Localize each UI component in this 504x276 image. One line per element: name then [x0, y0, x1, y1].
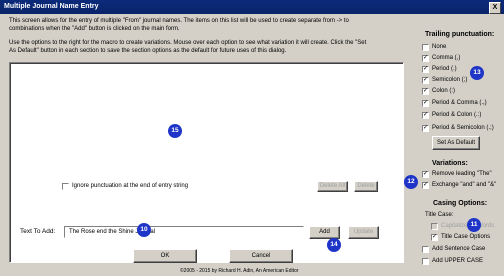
title-case-options-checkbox[interactable]: ✓ [431, 234, 438, 241]
remove-leading-the-checkbox[interactable]: ✓ [422, 171, 429, 178]
casing-option-label: Add Sentence Case [432, 246, 486, 252]
add-upper-case-checkbox[interactable] [422, 258, 429, 265]
trailing-set-default-button[interactable]: Set As Default [432, 136, 480, 150]
variations-heading: Variations: [432, 160, 468, 167]
trailing-period-comma-checkbox[interactable]: ✓ [422, 100, 429, 107]
variations-callout-badge: 12 [404, 175, 418, 189]
text-callout-badge: 10 [137, 223, 151, 237]
trailing-option-label: Period (.) [432, 66, 457, 72]
add-callout-badge: 14 [327, 238, 341, 252]
trailing-colon-checkbox[interactable]: ✓ [422, 88, 429, 95]
update-button[interactable]: Update [348, 226, 379, 239]
text-to-add-label: Text To Add: [20, 228, 56, 235]
add-sentence-case-checkbox[interactable] [422, 246, 429, 253]
window-title: Multiple Journal Name Entry [4, 3, 99, 10]
trailing-period-checkbox[interactable]: ✓ [422, 66, 429, 73]
description-line: This screen allows for the entry of mult… [9, 18, 349, 24]
delete-button[interactable]: Delete [354, 181, 378, 192]
list-callout-badge: 15 [168, 124, 182, 138]
description-line: As Default" button in each section to sa… [9, 47, 287, 54]
capitalize-all-checkbox[interactable] [431, 223, 438, 230]
trailing-punctuation-heading: Trailing punctuation: [425, 31, 495, 38]
trailing-option-label: Comma (,) [432, 55, 461, 61]
variation-option-label: Exchange "and" and "&" [432, 182, 497, 188]
trailing-semicolon-checkbox[interactable]: ✓ [422, 77, 429, 84]
trailing-option-label: Period & Semicolon (.;) [432, 125, 494, 131]
ok-button[interactable]: OK [133, 249, 197, 263]
trailing-period-semicolon-checkbox[interactable]: ✓ [422, 125, 429, 132]
trailing-option-label: Semicolon (;) [432, 77, 468, 83]
copyright-text: ©2005 - 2015 by Richard H. Adin, An Amer… [180, 268, 299, 274]
title-bar: Multiple Journal Name Entry X [0, 0, 504, 14]
text-to-add-input[interactable]: The Rose end the Shine Journal [64, 226, 304, 238]
description-line: Use the options to the right for the mac… [9, 40, 367, 46]
trailing-option-label: Period & Comma (.,) [432, 100, 487, 106]
ignore-punctuation-label: Ignore punctuation at the end of entry s… [72, 183, 189, 189]
exchange-and-checkbox[interactable]: ✓ [422, 182, 429, 189]
add-button[interactable]: Add [309, 226, 340, 239]
close-button[interactable]: X [489, 2, 501, 14]
trailing-option-label: Period & Colon (.:) [432, 112, 482, 118]
trailing-option-label: Colon (:) [432, 88, 456, 94]
trailing-period-colon-checkbox[interactable]: ✓ [422, 112, 429, 119]
casing-heading: Casing Options: [433, 200, 488, 207]
casing-option-label: Add UPPER CASE [432, 258, 484, 264]
trailing-callout-badge: 13 [470, 66, 484, 80]
ignore-punctuation-checkbox[interactable] [62, 183, 69, 190]
casing-option-label: Title Case Options [441, 234, 491, 240]
variation-option-label: Remove leading "The" [432, 171, 492, 177]
cancel-button[interactable]: Cancel [229, 249, 293, 263]
delete-all-button[interactable]: Delete All [317, 181, 348, 192]
trailing-none-checkbox[interactable] [422, 44, 429, 51]
trailing-comma-checkbox[interactable]: ✓ [422, 55, 429, 62]
description-line: combinations when the "Add" button is cl… [9, 25, 180, 32]
casing-callout-badge: 11 [467, 218, 481, 232]
title-case-label: Title Case: [425, 212, 454, 218]
trailing-option-label: None [432, 44, 447, 50]
description: This screen allows for the entry of mult… [9, 18, 404, 55]
